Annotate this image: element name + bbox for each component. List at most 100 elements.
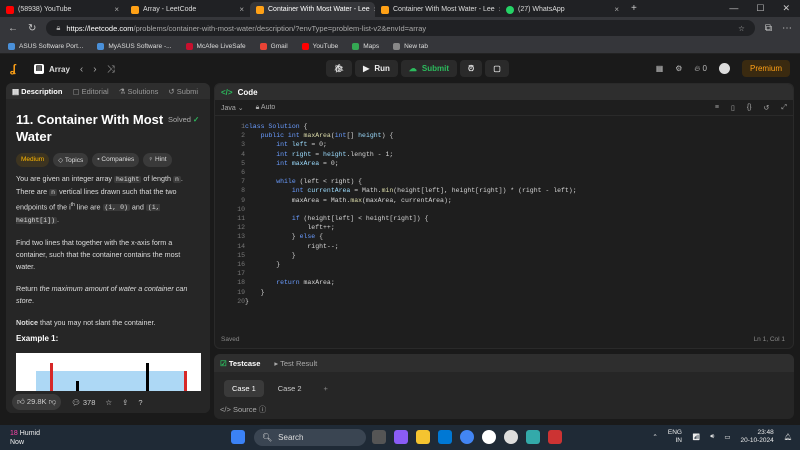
tab-editorial[interactable]: ▢ Editorial <box>72 87 108 96</box>
coins-counter[interactable]: 🔥︎ 0 <box>694 64 707 74</box>
add-case-button[interactable]: + <box>316 380 336 397</box>
topics-tag[interactable]: ◇ Topics <box>53 153 89 167</box>
tab-description[interactable]: ▤ Description <box>12 87 62 96</box>
start-icon[interactable] <box>231 430 245 444</box>
minimize-icon[interactable]: — <box>729 3 738 14</box>
dislike-icon: 👎︎ <box>48 397 57 406</box>
maps-icon <box>352 42 360 50</box>
tag-icon: ◇ <box>58 157 64 164</box>
task-view-icon[interactable] <box>372 430 386 444</box>
notification-icon[interactable]: 🔔︎ <box>784 433 792 441</box>
code-editor[interactable]: class Solution { public int maxArea(int[… <box>245 122 577 306</box>
chevron-up-icon[interactable]: ⌃ <box>652 433 657 441</box>
description-paragraph: You are given an integer array height of… <box>16 174 183 225</box>
file-explorer-icon[interactable] <box>416 430 430 444</box>
tab-submissions[interactable]: ↺ Submi <box>168 87 198 96</box>
description-paragraph: Return the maximum amount of water a con… <box>16 284 188 306</box>
notes-button[interactable]: ▢ <box>485 60 509 77</box>
tab-test-result[interactable]: ▸ Test Result <box>274 359 317 368</box>
maximize-icon[interactable]: ☐ <box>756 3 764 14</box>
tab-label: (27) WhatsApp <box>518 6 565 13</box>
bookmark-item[interactable]: McAfee LiveSafe <box>185 42 246 50</box>
browser-tab[interactable]: Array - LeetCode × <box>125 2 250 17</box>
browser-tab[interactable]: Container With Most Water - Lee× <box>375 2 500 17</box>
submit-button[interactable]: ☁ Submit <box>400 60 457 77</box>
language-indicator[interactable]: ENG IN <box>668 429 682 445</box>
next-problem-icon[interactable]: › <box>93 64 96 75</box>
star-icon[interactable]: ☆ <box>105 398 112 407</box>
menu-icon[interactable]: ⋯ <box>782 23 792 34</box>
case-tab[interactable]: Case 2 <box>270 380 310 397</box>
favorite-star-icon[interactable]: ☆ <box>738 24 745 33</box>
back-icon[interactable]: ← <box>8 23 18 34</box>
close-window-icon[interactable]: ✕ <box>782 3 790 14</box>
example-figure <box>16 353 201 393</box>
intellij-icon[interactable] <box>548 430 562 444</box>
bookmark-item[interactable]: New tab <box>393 42 428 50</box>
vscode-icon[interactable] <box>438 430 452 444</box>
tab-testcase[interactable]: ☑ Testcase <box>220 359 260 368</box>
help-icon[interactable]: ? <box>138 398 142 407</box>
run-button[interactable]: ▶ Run <box>355 60 398 77</box>
code-editor-panel: </> Code Java ⌄ 🔒︎ Auto ≡ ▯ {} ↺ ⤢ 123456… <box>214 83 794 349</box>
hint-tag[interactable]: ♀ Hint <box>143 153 172 167</box>
clock[interactable]: 23:48 20-10-2024 <box>740 429 773 445</box>
close-icon[interactable]: × <box>614 5 619 14</box>
new-tab-button[interactable]: + <box>631 3 637 14</box>
case-tab[interactable]: Case 1 <box>224 380 264 397</box>
github-icon[interactable] <box>482 430 496 444</box>
line-numbers: 1 2 3 4 5 6 7 8 9 10 11 12 13 14 15 16 17 18 19 20 <box>237 123 245 305</box>
prev-problem-icon[interactable]: ‹ <box>80 64 83 75</box>
difficulty-badge[interactable]: Medium <box>16 153 50 167</box>
url-field[interactable]: 🔒︎ https://leetcode.com/problems/contain… <box>46 20 755 36</box>
comments-button[interactable]: 💬︎ 378 <box>71 398 95 407</box>
tab-solutions[interactable]: ⚗ Solutions <box>119 87 159 96</box>
bookmark-item[interactable]: ASUS Software Port... <box>8 42 83 50</box>
like-button[interactable]: 👍︎ 29.8K 👎︎ <box>12 394 62 410</box>
braces-icon[interactable]: {} <box>747 104 752 111</box>
github-desktop-icon[interactable] <box>504 430 518 444</box>
close-icon[interactable]: × <box>239 5 244 14</box>
weather-widget[interactable]: 18 Humid Now <box>10 429 40 447</box>
bookmark-item[interactable]: YouTube <box>301 42 338 50</box>
avatar[interactable] <box>718 63 730 74</box>
timer-button[interactable]: ⏰︎ <box>459 60 483 77</box>
language-select[interactable]: Java ⌄ <box>221 104 244 112</box>
browser-tab[interactable]: (58938) YouTube × <box>0 2 125 17</box>
problem-list-button[interactable]: ▤ Array <box>34 64 70 74</box>
shuffle-icon[interactable]: ⤨ <box>107 64 115 75</box>
bookmark-icon[interactable]: ▯ <box>731 104 735 112</box>
copilot-icon[interactable] <box>394 430 408 444</box>
browser-tab-active[interactable]: Container With Most Water - Lee× <box>250 2 375 17</box>
browser-tab[interactable]: (27) WhatsApp × <box>500 2 625 17</box>
chrome-icon[interactable] <box>460 430 474 444</box>
battery-icon[interactable]: ▭ <box>724 433 730 441</box>
source-toggle[interactable]: </> Source ⓘ <box>220 404 266 415</box>
premium-button[interactable]: Premium <box>741 60 790 77</box>
wifi-icon[interactable]: 📶︎ <box>692 433 700 441</box>
share-icon[interactable]: ⇪ <box>122 398 128 407</box>
reset-icon[interactable]: ↺ <box>764 104 770 112</box>
search-icon: 🔍︎ <box>262 433 273 442</box>
settings-gear-icon[interactable]: ⚙ <box>675 64 682 73</box>
volume-icon[interactable]: 🔊︎ <box>710 433 714 441</box>
bookmark-item[interactable]: MyASUS Software -... <box>97 42 172 50</box>
app-icon[interactable] <box>526 430 540 444</box>
debug-button[interactable]: 🐞︎ <box>326 60 353 77</box>
fullscreen-icon[interactable]: ⤢ <box>781 104 787 112</box>
layout-icon[interactable]: ▦ <box>656 64 664 73</box>
bookmark-item[interactable]: Maps <box>352 42 379 50</box>
browser-tab-bar: (58938) YouTube × Array - LeetCode × Conta… <box>0 0 800 17</box>
problem-tags: Medium ◇ Topics ▪ Companies ♀ Hint <box>16 153 172 167</box>
bookmark-item[interactable]: Gmail <box>259 42 288 50</box>
taskbar-search[interactable]: 🔍︎ Search <box>254 429 366 446</box>
leetcode-logo-icon[interactable]: ʆ <box>10 63 22 75</box>
close-icon[interactable]: × <box>114 5 119 14</box>
lock-icon: ▪ <box>97 156 100 163</box>
reload-icon[interactable]: ↻ <box>28 23 36 34</box>
extensions-icon[interactable]: ⧉ <box>765 23 772 34</box>
companies-tag[interactable]: ▪ Companies <box>92 153 140 167</box>
leetcode-icon <box>381 5 389 14</box>
format-icon[interactable]: ≡ <box>715 104 719 111</box>
checkbox-icon: ☑ <box>220 358 227 368</box>
